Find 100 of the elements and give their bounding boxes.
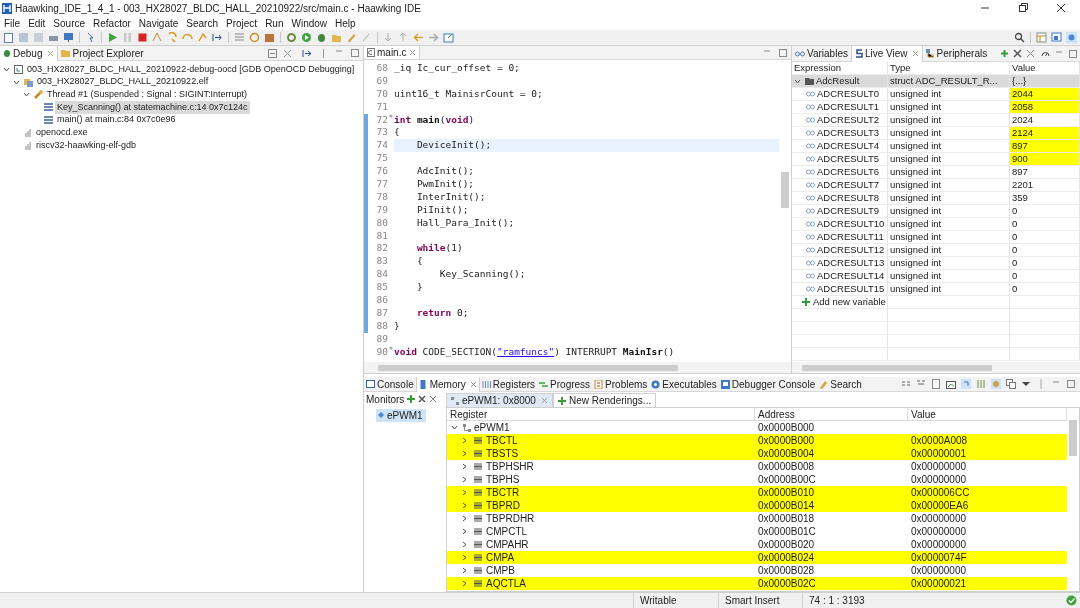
tree-item[interactable]: 003_HX28027_BLDC_HALL_20210922-debug-oocd [GDB OpenOCD Debugging]	[25, 62, 357, 77]
variable-name[interactable]: ADCRESULT0	[817, 86, 880, 102]
instruction-step-icon[interactable]	[212, 32, 223, 43]
menu-item[interactable]: Help	[335, 15, 356, 31]
panel-tab[interactable]: Debugger Console	[718, 376, 818, 392]
register-name[interactable]: TBPHS	[486, 472, 520, 487]
cursor-icon[interactable]	[85, 32, 96, 43]
panel-tab[interactable]: Variables	[792, 45, 851, 62]
register-row[interactable]: TBCTL 0x0000B000 0x0000A008	[447, 434, 1067, 447]
menu-item[interactable]: Source	[53, 15, 86, 31]
register-name[interactable]: CMPAHR	[486, 537, 529, 552]
remove-icon[interactable]	[1013, 49, 1022, 58]
collapse-all-icon[interactable]	[268, 48, 277, 58]
restore-icon[interactable]	[1018, 3, 1028, 13]
variable-name[interactable]: ADCRESULT13	[817, 255, 885, 271]
menu-item[interactable]: File	[4, 15, 21, 31]
remove-icon[interactable]	[418, 395, 427, 403]
new-file-icon[interactable]	[3, 32, 14, 43]
register-name[interactable]: TBPHSHR	[486, 459, 534, 474]
register-group[interactable]: ePWM1	[474, 420, 510, 435]
rendering-tab[interactable]: ePWM1: 0x8000	[446, 393, 553, 407]
copy-icon[interactable]	[1006, 379, 1016, 389]
perspective-icon[interactable]	[1051, 32, 1062, 43]
menu-item[interactable]: Project	[226, 15, 258, 31]
variable-name[interactable]: ADCRESULT7	[817, 177, 880, 193]
register-name[interactable]: CMPB	[486, 563, 515, 578]
folder-icon[interactable]	[331, 32, 342, 43]
register-row[interactable]: AQCTLA 0x0000B02C 0x00000021	[447, 577, 1067, 590]
maximize-view-icon[interactable]	[1066, 379, 1076, 389]
variable-name[interactable]: ADCRESULT6	[817, 164, 880, 180]
resume-icon[interactable]	[107, 32, 118, 43]
add-icon[interactable]	[1000, 49, 1009, 58]
pencil-icon[interactable]	[346, 32, 357, 43]
column-header[interactable]: Address	[755, 408, 908, 420]
register-name[interactable]: TBPRDHR	[486, 511, 535, 526]
tree-item[interactable]: 003_HX28027_BLDC_HALL_20210922.elf	[35, 75, 211, 89]
panel-tab[interactable]: Memory	[415, 376, 480, 392]
register-row[interactable]: TBCTR 0x0000B010 0x000006CC	[447, 486, 1067, 499]
register-name[interactable]: TBCTR	[486, 485, 520, 500]
scroll-thumb[interactable]	[781, 172, 789, 208]
register-name[interactable]: TBPRD	[486, 498, 520, 513]
panel-tab[interactable]: Problems	[592, 376, 650, 392]
gauge-icon[interactable]	[1041, 49, 1050, 58]
scroll-thumb[interactable]	[378, 364, 678, 371]
variable-name[interactable]: ADCRESULT5	[817, 151, 880, 167]
menu-item[interactable]: Window	[291, 15, 328, 31]
tree-item[interactable]: riscv32-haawking-elf-gdb	[34, 138, 139, 153]
menu-item[interactable]: Refactor	[93, 15, 131, 31]
maximize-view-icon[interactable]	[351, 49, 359, 57]
editor-tab[interactable]: main.c	[364, 46, 421, 59]
back-arrow-icon[interactable]	[413, 32, 424, 43]
monitor-icon[interactable]	[63, 32, 74, 43]
tree-item[interactable]: Thread #1 (Suspended : Signal : SIGINT:Interrupt)	[45, 87, 250, 102]
variable-name[interactable]: ADCRESULT2	[817, 112, 880, 128]
panel-tab[interactable]: Project Explorer	[58, 45, 147, 61]
add-variable-item[interactable]: Add new variable	[813, 294, 886, 310]
menu-item[interactable]: Edit	[28, 15, 46, 31]
menu-item[interactable]: Search	[186, 15, 218, 31]
variable-name[interactable]: ADCRESULT9	[817, 203, 880, 219]
run-icon[interactable]	[301, 32, 312, 43]
debug-perspective-icon[interactable]	[1066, 32, 1077, 43]
variable-name[interactable]: ADCRESULT1	[817, 99, 880, 115]
variable-name[interactable]: ADCRESULT3	[817, 125, 880, 141]
remove-all-icon[interactable]	[429, 395, 438, 403]
column-header[interactable]: Type	[888, 62, 1010, 74]
variable-name[interactable]: ADCRESULT15	[817, 281, 885, 297]
register-name[interactable]: CMPA	[486, 550, 515, 565]
column-header[interactable]: Register	[447, 408, 755, 420]
search-icon[interactable]	[1014, 32, 1025, 43]
scroll-thumb[interactable]	[802, 364, 992, 371]
page-icon[interactable]	[931, 379, 941, 389]
panel-tab[interactable]: Console	[364, 376, 416, 392]
menu-item[interactable]: Navigate	[138, 15, 179, 31]
column-header[interactable]: Expression	[792, 62, 888, 74]
variable-name[interactable]: ADCRESULT8	[817, 190, 880, 206]
bug-icon[interactable]	[316, 32, 327, 43]
horizontal-scrollbar[interactable]	[364, 362, 791, 373]
panel-tab[interactable]: Peripherals	[922, 45, 991, 62]
add-icon[interactable]	[407, 395, 416, 403]
scroll-thumb[interactable]	[1069, 420, 1077, 456]
variable-name[interactable]: AdcResult	[816, 73, 860, 89]
register-row[interactable]: CMPA 0x0000B024 0x0000074F	[447, 551, 1067, 564]
list-icon[interactable]	[234, 32, 245, 43]
columns-icon[interactable]	[976, 379, 986, 389]
column-header[interactable]: Value	[1010, 62, 1080, 74]
panel-tab[interactable]: Executables	[649, 376, 719, 392]
register-name[interactable]: AQCTLA	[486, 576, 526, 591]
open-task-icon[interactable]	[443, 32, 454, 43]
register-row[interactable]: TBSTS 0x0000B004 0x00000001	[447, 447, 1067, 460]
variable-name[interactable]: ADCRESULT11	[817, 229, 884, 245]
tree-item[interactable]: main() at main.c:84 0x7c0e96	[55, 113, 178, 127]
chart-icon[interactable]	[946, 379, 956, 389]
register-name[interactable]: TBSTS	[486, 446, 519, 461]
register-name[interactable]: TBCTL	[486, 433, 518, 448]
package-icon[interactable]	[264, 32, 275, 43]
menu-item[interactable]: Run	[265, 15, 284, 31]
panel-tab[interactable]: Registers	[479, 376, 538, 392]
maximize-view-icon[interactable]	[779, 48, 787, 57]
tree-item[interactable]: openocd.exe	[34, 126, 90, 140]
close-icon[interactable]	[1056, 3, 1066, 13]
